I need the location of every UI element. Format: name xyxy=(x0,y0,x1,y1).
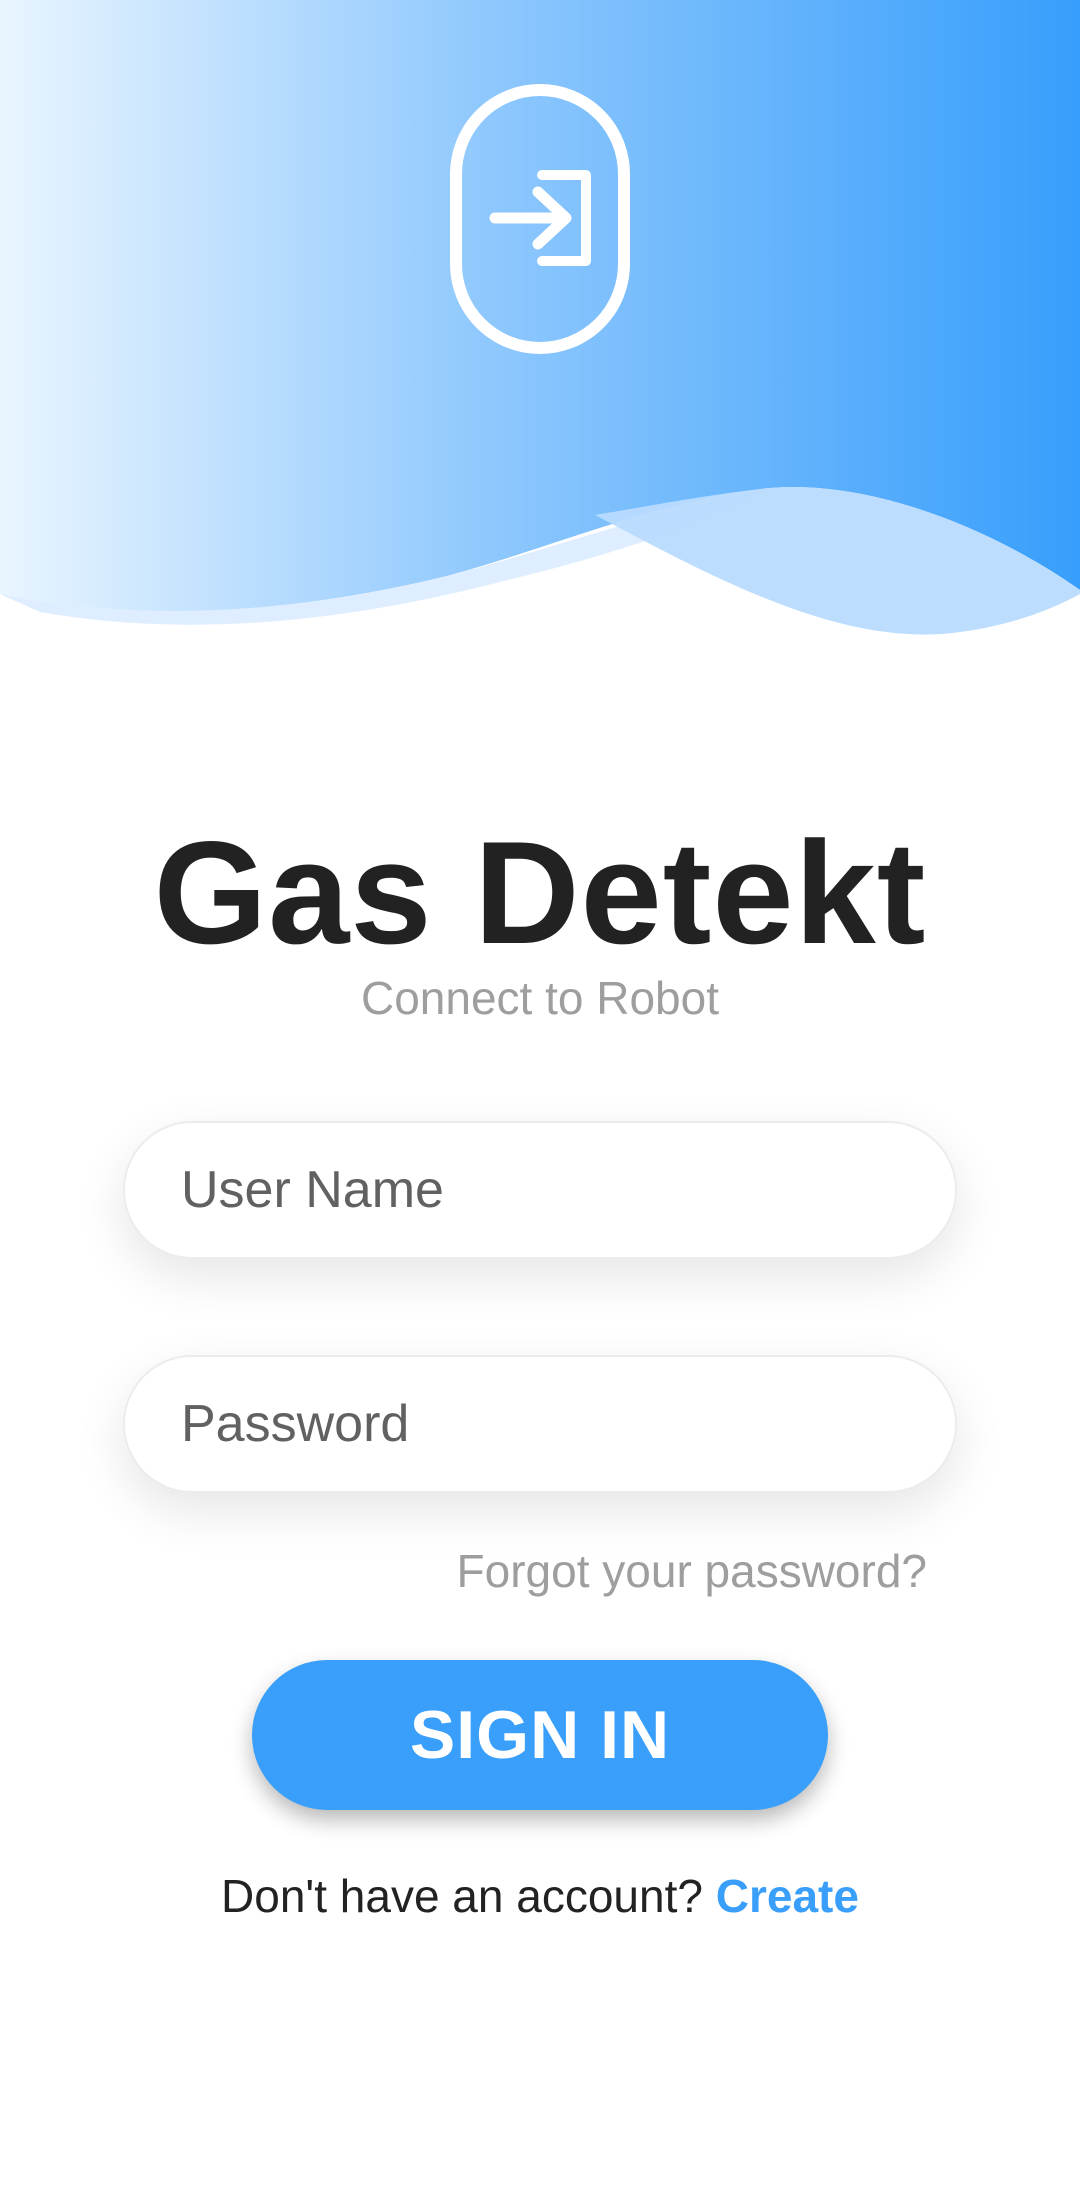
forgot-password-link[interactable]: Forgot your password? xyxy=(457,1548,927,1594)
create-account-link[interactable]: Create xyxy=(716,1870,859,1922)
login-screen: Gas Detekt Connect to Robot Forgot your … xyxy=(0,0,1080,2195)
username-input[interactable] xyxy=(181,1123,921,1257)
signup-row: Don't have an account? Create xyxy=(0,1873,1080,1919)
app-subtitle: Connect to Robot xyxy=(360,972,719,1024)
signup-prompt: Don't have an account? xyxy=(221,1870,703,1922)
password-field[interactable] xyxy=(123,1355,957,1493)
app-title: Gas Detekt xyxy=(153,811,927,974)
login-icon xyxy=(450,84,630,354)
sign-in-button[interactable]: SIGN IN xyxy=(252,1660,828,1810)
username-field[interactable] xyxy=(123,1121,957,1259)
password-input[interactable] xyxy=(181,1357,921,1491)
